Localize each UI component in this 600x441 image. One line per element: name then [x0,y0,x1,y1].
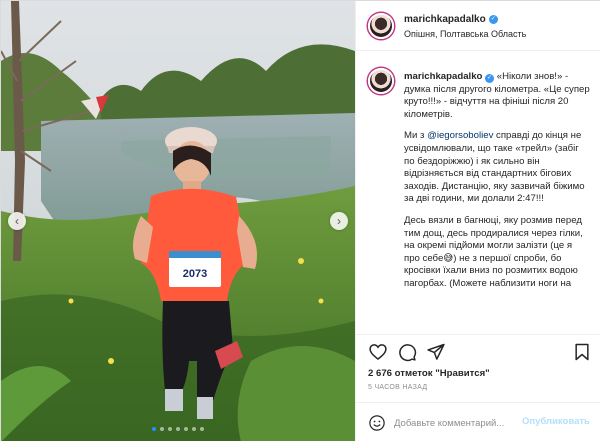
bookmark-icon[interactable] [572,342,592,362]
caption-paragraph-text: Десь вязли в багнюці, яку розмив перед т… [404,214,583,289]
username-link[interactable]: marichkapadalko ✓ [404,14,498,25]
carousel-dot [200,427,204,431]
caption-paragraph: Десь вязли в багнюці, яку розмив перед т… [404,215,590,291]
post-caption: marichkapadalko ✓ «Ніколи знов!» - думка… [356,52,600,334]
carousel-dot [160,427,164,431]
mention-link[interactable]: @iegorsoboliev [427,130,493,141]
likes-count[interactable]: 2 676 отметок "Нравится" [368,368,490,379]
verified-badge-icon: ✓ [488,15,498,24]
action-bar [356,334,600,368]
post-photo[interactable]: 2073 ‹ › [1,1,355,441]
caption-text-fragment: справді до кінця не усвідомлювали, що та… [404,130,585,205]
paper-plane-icon[interactable] [426,342,446,362]
smiley-icon[interactable] [368,414,386,432]
caption-text-fragment: Ми з [404,130,428,142]
bib-number: 2073 [183,268,207,280]
heart-icon[interactable] [368,342,388,362]
comment-input[interactable] [394,415,514,431]
post-header: marichkapadalko ✓ Опішня, Полтавська Обл… [356,1,600,51]
carousel-dot [192,427,196,431]
carousel-dot [176,427,180,431]
carousel-dot [168,427,172,431]
caption-paragraph: Ми з @iegorsoboliev справді до кінця не … [404,130,590,206]
post-side-panel: marichkapadalko ✓ Опішня, Полтавська Обл… [355,1,600,441]
comment-icon[interactable] [397,342,417,362]
caption-username[interactable]: marichkapadalko [404,71,482,82]
instagram-post: 2073 ‹ › marichkapadalko ✓ Опішня, Полта… [0,0,600,441]
carousel-dot [152,427,156,431]
chevron-right-icon: › [337,214,341,228]
trail-runner-photo: 2073 [1,1,355,441]
location-link[interactable]: Опішня, Полтавська Область [404,29,526,39]
chevron-left-icon: ‹ [15,214,19,228]
verified-badge-icon: ✓ [485,74,495,83]
post-timestamp[interactable]: 5 ЧАСОВ НАЗАД [368,384,427,391]
caption-paragraph: marichkapadalko ✓ «Ніколи знов!» - думка… [404,71,590,121]
likes-text[interactable]: 2 676 отметок "Нравится" [368,368,490,379]
avatar[interactable] [368,68,394,94]
caption-text: marichkapadalko ✓ «Ніколи знов!» - думка… [404,71,590,300]
carousel-indicator [1,427,355,431]
carousel-prev-button[interactable]: ‹ [8,212,26,230]
carousel-next-button[interactable]: › [330,212,348,230]
carousel-dot [184,427,188,431]
avatar[interactable] [368,13,394,39]
publish-button[interactable]: Опубликовать [522,416,590,427]
comment-composer: Опубликовать [356,402,600,441]
username[interactable]: marichkapadalko [404,14,486,25]
